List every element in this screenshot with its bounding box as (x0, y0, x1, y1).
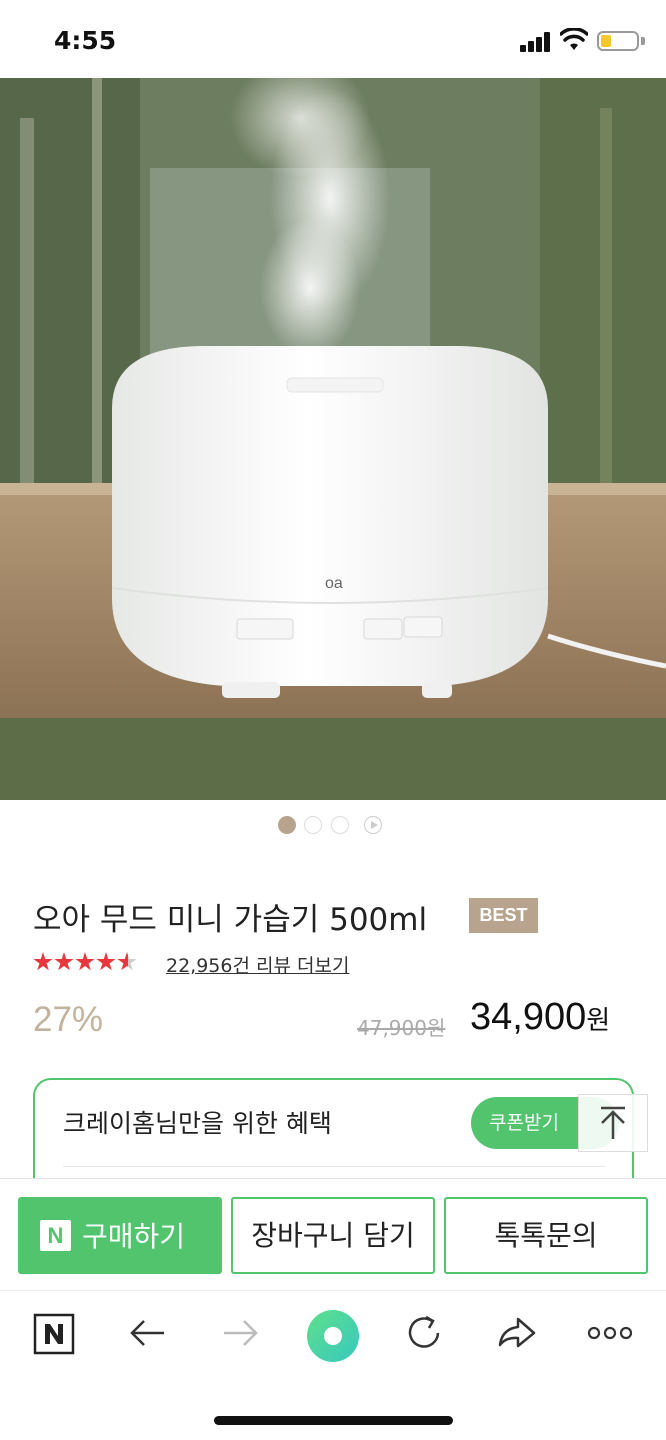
carousel-dot-2[interactable] (304, 816, 322, 834)
rating-stars (33, 952, 138, 978)
original-price: 47,900원 (357, 1016, 446, 1040)
carousel-dot-3[interactable] (331, 816, 349, 834)
carousel-dots (278, 816, 388, 836)
add-to-cart-button[interactable]: 장바구니 담기 (231, 1197, 435, 1274)
star-icon (75, 952, 95, 971)
star-icon (96, 952, 116, 971)
star-icon (33, 952, 53, 971)
forward-arrow-icon[interactable] (218, 1311, 268, 1361)
refresh-icon[interactable] (402, 1311, 452, 1361)
purchase-action-bar: N 구매하기 장바구니 담기 톡톡문의 (0, 1178, 666, 1288)
arrow-up-icon (601, 1106, 625, 1139)
naver-home-icon[interactable] (32, 1311, 82, 1361)
naver-pay-icon: N (40, 1220, 71, 1251)
home-indicator (214, 1416, 453, 1425)
svg-text:oa: oa (325, 575, 343, 592)
carousel-video-dot-icon[interactable] (364, 816, 382, 834)
product-title: 오아 무드 미니 가습기 500ml (33, 902, 428, 938)
star-icon (54, 952, 74, 971)
carousel-dot-1[interactable] (278, 816, 296, 834)
review-link[interactable]: 22,956건 리뷰 더보기 (166, 951, 349, 978)
buy-label: 구매하기 (82, 1220, 186, 1253)
divider (63, 1166, 605, 1167)
benefit-title: 크레이홈님만을 위한 혜택 (63, 1109, 332, 1138)
product-image[interactable]: oa (0, 78, 666, 800)
more-icon[interactable] (586, 1311, 636, 1361)
battery-tip (641, 37, 645, 45)
coupon-label: 쿠폰받기 (489, 1112, 559, 1134)
half-star-icon (117, 952, 137, 971)
back-arrow-icon[interactable] (126, 1311, 176, 1361)
green-dot-icon[interactable] (306, 1309, 360, 1363)
status-time: 4:55 (54, 26, 117, 55)
best-badge: BEST (469, 898, 538, 933)
talk-inquiry-button[interactable]: 톡톡문의 (444, 1197, 648, 1274)
scroll-top-button[interactable] (578, 1094, 648, 1152)
share-icon[interactable] (494, 1311, 544, 1361)
buy-button[interactable]: N 구매하기 (18, 1197, 222, 1274)
sale-price-number: 34,900 (470, 996, 587, 1038)
signal-icon (520, 32, 552, 52)
sale-price: 34,900원 (470, 996, 610, 1039)
battery-icon (597, 31, 639, 51)
sale-price-unit: 원 (586, 1006, 611, 1036)
status-bar: 4:55 (0, 0, 666, 78)
wifi-icon (559, 27, 589, 52)
discount-rate: 27% (33, 1000, 104, 1039)
browser-toolbar (0, 1290, 666, 1380)
